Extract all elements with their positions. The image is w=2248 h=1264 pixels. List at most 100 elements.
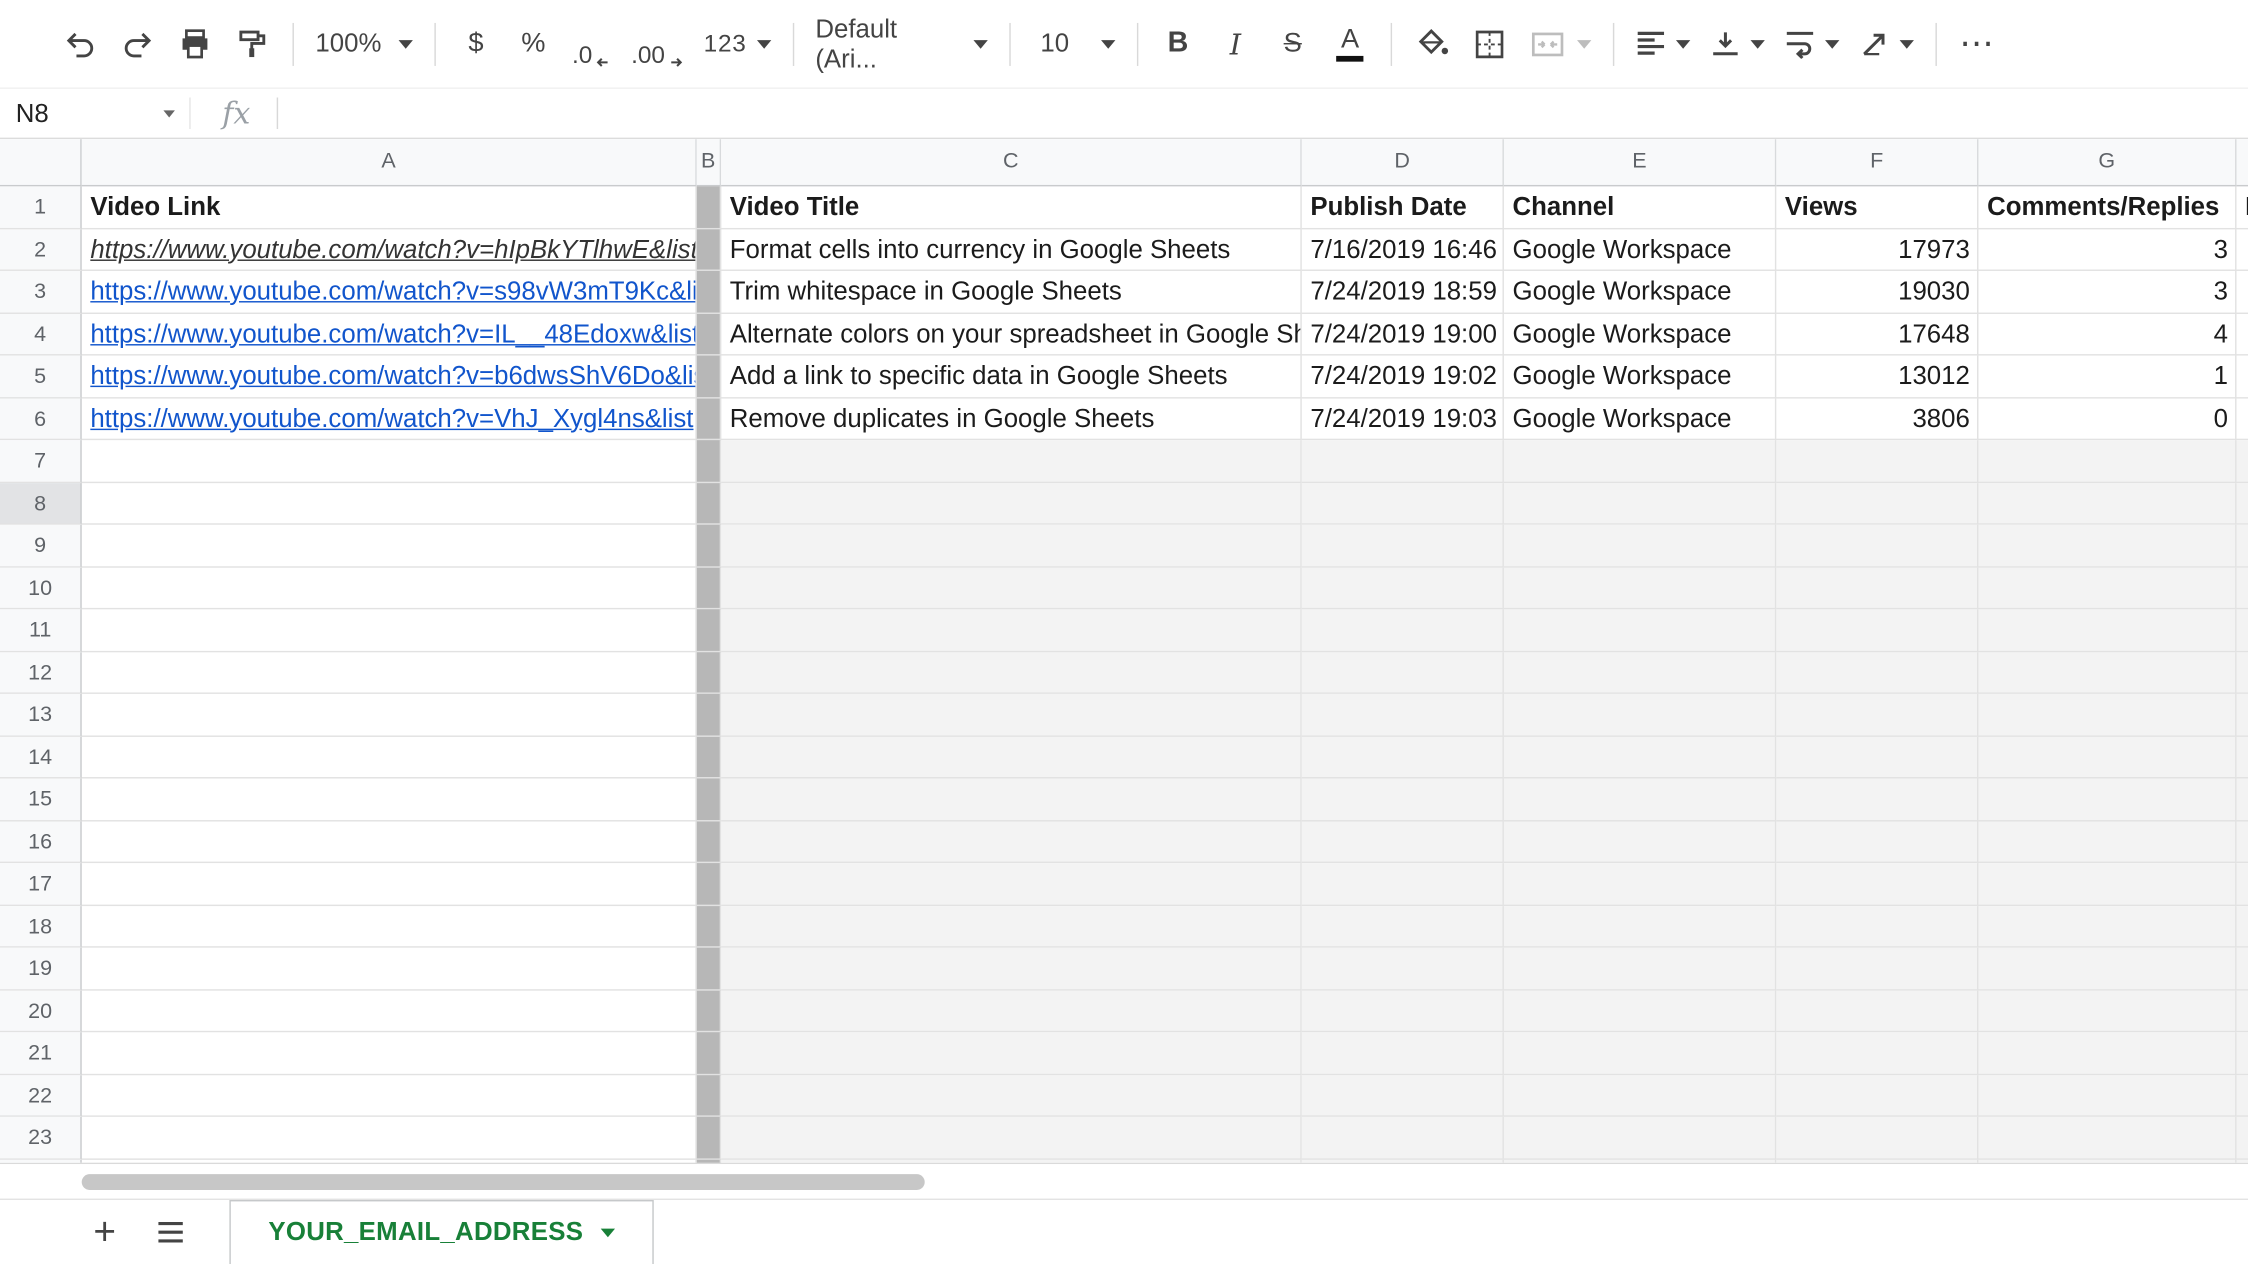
cell-A20[interactable] — [82, 990, 697, 1032]
cell-D8[interactable] — [1302, 482, 1504, 524]
row-header-16[interactable]: 16 — [0, 821, 82, 863]
cell-F6[interactable]: 3806 — [1776, 398, 1978, 440]
cell-H10[interactable] — [2237, 567, 2248, 609]
cell-G21[interactable] — [1978, 1032, 2236, 1074]
cell-C9[interactable] — [721, 525, 1302, 567]
cell-H23[interactable] — [2237, 1117, 2248, 1159]
cell-D21[interactable] — [1302, 1032, 1504, 1074]
cell-H18[interactable] — [2237, 905, 2248, 947]
cell-B16[interactable] — [697, 821, 721, 863]
cell-E21[interactable] — [1504, 1032, 1776, 1074]
cell-E19[interactable] — [1504, 948, 1776, 990]
more-formats-button[interactable]: 123 — [698, 18, 777, 70]
cell-H13[interactable] — [2237, 694, 2248, 736]
cell-G13[interactable] — [1978, 694, 2236, 736]
cell-D23[interactable] — [1302, 1117, 1504, 1159]
add-sheet-button[interactable]: + — [83, 1211, 126, 1254]
cell-F19[interactable] — [1776, 948, 1978, 990]
cell-F22[interactable] — [1776, 1075, 1978, 1117]
cell-H22[interactable] — [2237, 1075, 2248, 1117]
cell-G11[interactable] — [1978, 609, 2236, 651]
cell-C16[interactable] — [721, 821, 1302, 863]
cell-B19[interactable] — [697, 948, 721, 990]
cell-H17[interactable] — [2237, 863, 2248, 905]
cell-G16[interactable] — [1978, 821, 2236, 863]
cell-G9[interactable] — [1978, 525, 2236, 567]
cell-E2[interactable]: Google Workspace — [1504, 229, 1776, 271]
format-currency-button[interactable]: $ — [452, 18, 501, 70]
cell-C11[interactable] — [721, 609, 1302, 651]
cell-G3[interactable]: 3 — [1978, 271, 2236, 313]
row-header-13[interactable]: 13 — [0, 694, 82, 736]
cell-C1[interactable]: Video Title — [721, 186, 1302, 228]
cell-G18[interactable] — [1978, 905, 2236, 947]
cell-A9[interactable] — [82, 525, 697, 567]
cell-F13[interactable] — [1776, 694, 1978, 736]
cell-G23[interactable] — [1978, 1117, 2236, 1159]
column-header-H[interactable]: H — [2237, 139, 2248, 186]
format-percent-button[interactable]: % — [509, 18, 558, 70]
row-header-12[interactable]: 12 — [0, 652, 82, 694]
cell-F2[interactable]: 17973 — [1776, 229, 1978, 271]
cell-C22[interactable] — [721, 1075, 1302, 1117]
paint-format-button[interactable] — [228, 18, 277, 70]
cell-F4[interactable]: 17648 — [1776, 313, 1978, 355]
cell-F15[interactable] — [1776, 778, 1978, 820]
cell-E6[interactable]: Google Workspace — [1504, 398, 1776, 440]
sheet-tab-active[interactable]: YOUR_EMAIL_ADDRESS — [229, 1199, 653, 1264]
cell-C3[interactable]: Trim whitespace in Google Sheets — [721, 271, 1302, 313]
cell-A2[interactable]: https://www.youtube.com/watch?v=hIpBkYTl… — [82, 229, 697, 271]
row-header-17[interactable]: 17 — [0, 863, 82, 905]
cell-F12[interactable] — [1776, 652, 1978, 694]
cell-A21[interactable] — [82, 1032, 697, 1074]
cell-D6[interactable]: 7/24/2019 19:03 — [1302, 398, 1504, 440]
cell-A13[interactable] — [82, 694, 697, 736]
cell-F10[interactable] — [1776, 567, 1978, 609]
cell-H2[interactable] — [2237, 229, 2248, 271]
print-button[interactable] — [171, 18, 220, 70]
text-wrap-button[interactable] — [1779, 18, 1845, 70]
row-header-10[interactable]: 10 — [0, 567, 82, 609]
cell-A11[interactable] — [82, 609, 697, 651]
cell-E4[interactable]: Google Workspace — [1504, 313, 1776, 355]
column-header-F[interactable]: F — [1776, 139, 1978, 186]
borders-button[interactable] — [1465, 18, 1514, 70]
row-header-21[interactable]: 21 — [0, 1032, 82, 1074]
cell-A12[interactable] — [82, 652, 697, 694]
cell-D10[interactable] — [1302, 567, 1504, 609]
row-header-2[interactable]: 2 — [0, 229, 82, 271]
cell-B23[interactable] — [697, 1117, 721, 1159]
vertical-align-button[interactable] — [1704, 18, 1770, 70]
more-options-button[interactable]: ⋯ — [1952, 18, 2001, 70]
cell-G15[interactable] — [1978, 778, 2236, 820]
cell-G12[interactable] — [1978, 652, 2236, 694]
cell-D22[interactable] — [1302, 1075, 1504, 1117]
cell-B9[interactable] — [697, 525, 721, 567]
cell-F11[interactable] — [1776, 609, 1978, 651]
column-header-C[interactable]: C — [721, 139, 1302, 186]
cell-D18[interactable] — [1302, 905, 1504, 947]
cell-E8[interactable] — [1504, 482, 1776, 524]
cell-H12[interactable] — [2237, 652, 2248, 694]
cell-H16[interactable] — [2237, 821, 2248, 863]
cell-A23[interactable] — [82, 1117, 697, 1159]
cell-B14[interactable] — [697, 736, 721, 778]
cell-C17[interactable] — [721, 863, 1302, 905]
row-header-22[interactable]: 22 — [0, 1075, 82, 1117]
row-header-15[interactable]: 15 — [0, 778, 82, 820]
text-color-button[interactable]: A — [1326, 18, 1375, 70]
font-family-select[interactable]: Default (Ari... — [810, 18, 994, 70]
row-header-18[interactable]: 18 — [0, 905, 82, 947]
cell-D7[interactable] — [1302, 440, 1504, 482]
cell-D16[interactable] — [1302, 821, 1504, 863]
cell-C15[interactable] — [721, 778, 1302, 820]
decrease-decimal-button[interactable]: .0 — [566, 18, 616, 70]
cell-A16[interactable] — [82, 821, 697, 863]
cell-F5[interactable]: 13012 — [1776, 356, 1978, 398]
cell-C23[interactable] — [721, 1117, 1302, 1159]
cell-B7[interactable] — [697, 440, 721, 482]
cell-E15[interactable] — [1504, 778, 1776, 820]
cell-F21[interactable] — [1776, 1032, 1978, 1074]
cell-F17[interactable] — [1776, 863, 1978, 905]
cell-G4[interactable]: 4 — [1978, 313, 2236, 355]
